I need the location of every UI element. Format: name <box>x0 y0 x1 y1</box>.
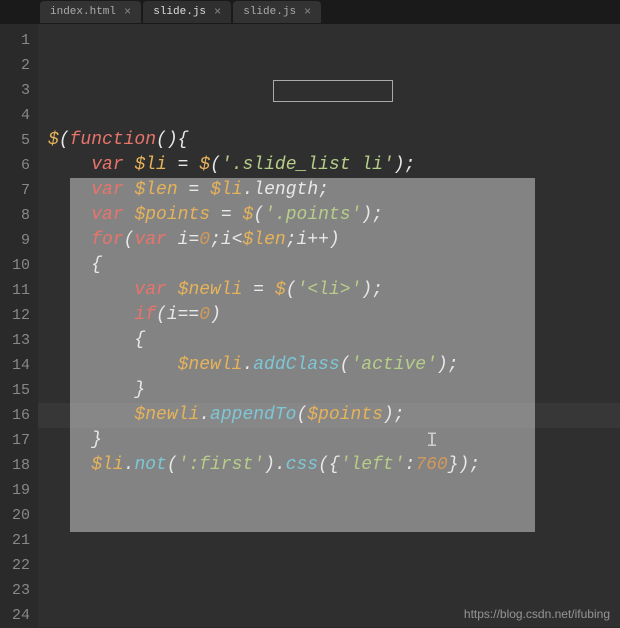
code-line-4[interactable]: var $len = $li.length; <box>48 178 620 203</box>
line-number[interactable]: 14 <box>0 353 38 378</box>
line-number[interactable]: 3 <box>0 78 38 103</box>
code-line-9[interactable]: var $newli = $('<li>'); <box>48 278 620 303</box>
tab-label: index.html <box>50 6 116 18</box>
line-number[interactable]: 2 <box>0 53 38 78</box>
code-line-3[interactable]: var $li = $('.slide_list li'); <box>48 153 620 178</box>
code-line-14[interactable]: } <box>48 378 620 403</box>
line-number[interactable]: 12 <box>0 303 38 328</box>
tab-1[interactable]: slide.js × <box>143 1 231 23</box>
close-icon[interactable]: × <box>214 5 221 19</box>
line-number[interactable]: 18 <box>0 453 38 478</box>
code-line-12[interactable]: { <box>48 328 620 353</box>
close-icon[interactable]: × <box>304 5 311 19</box>
tab-2[interactable]: slide.js × <box>233 1 321 23</box>
code-line-1[interactable]: $(function(){ <box>48 128 620 153</box>
line-number[interactable]: 11 <box>0 278 38 303</box>
line-number[interactable]: 8 <box>0 203 38 228</box>
code-line-5[interactable]: var $points = $('.points'); <box>48 203 620 228</box>
line-number[interactable]: 6 <box>0 153 38 178</box>
code-line-16[interactable]: $newli.appendTo($points); <box>48 403 620 428</box>
line-number[interactable]: 1 <box>0 28 38 53</box>
line-number[interactable]: 16 <box>0 403 38 428</box>
code-line-13[interactable]: $newli.addClass('active'); <box>48 353 620 378</box>
line-number[interactable]: 10 <box>0 253 38 278</box>
line-gutter: 123456789101112131415161718192021222324 <box>0 24 38 627</box>
line-number[interactable]: 9 <box>0 228 38 253</box>
tab-label: slide.js <box>243 6 296 18</box>
code-line-8[interactable]: { <box>48 253 620 278</box>
close-icon[interactable]: × <box>124 5 131 19</box>
line-number[interactable]: 21 <box>0 528 38 553</box>
code-line-11[interactable]: if(i==0) <box>48 303 620 328</box>
line-number[interactable]: 4 <box>0 103 38 128</box>
line-number[interactable]: 13 <box>0 328 38 353</box>
line-number[interactable]: 19 <box>0 478 38 503</box>
line-number[interactable]: 23 <box>0 578 38 603</box>
watermark: https://blog.csdn.net/ifubing <box>464 607 610 621</box>
code-line-20[interactable]: } <box>48 428 620 453</box>
line-number[interactable]: 22 <box>0 553 38 578</box>
tab-label: slide.js <box>153 6 206 18</box>
line-number[interactable]: 5 <box>0 128 38 153</box>
code-line-23[interactable]: $li.not(':first').css({'left':760}); <box>48 453 620 478</box>
tab-0[interactable]: index.html × <box>40 1 141 23</box>
line-number[interactable]: 20 <box>0 503 38 528</box>
tab-bar: index.html × slide.js × slide.js × <box>0 0 620 24</box>
line-number[interactable]: 15 <box>0 378 38 403</box>
editor: 123456789101112131415161718192021222324 … <box>0 24 620 627</box>
line-number[interactable]: 7 <box>0 178 38 203</box>
code-area[interactable]: $(function(){ var $li = $('.slide_list l… <box>38 24 620 627</box>
line-number[interactable]: 24 <box>0 603 38 628</box>
code-line-7[interactable]: for(var i=0;i<$len;i++) <box>48 228 620 253</box>
line-number[interactable]: 17 <box>0 428 38 453</box>
